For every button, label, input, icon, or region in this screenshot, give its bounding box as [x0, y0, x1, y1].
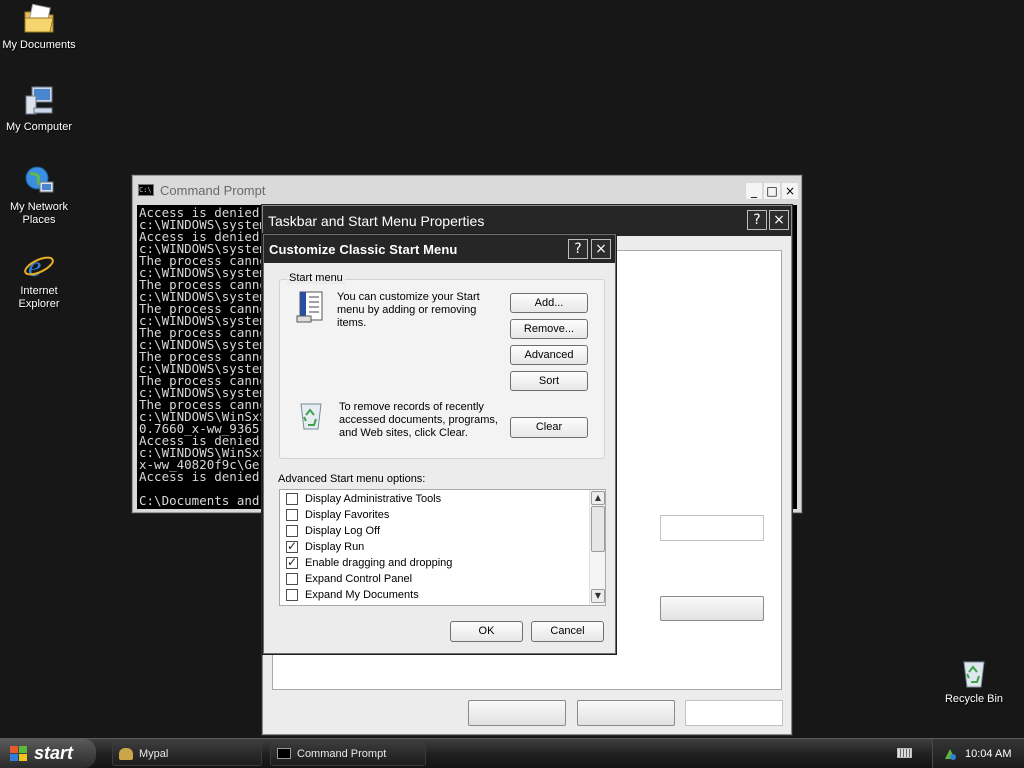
advanced-options-list[interactable]: Display Administrative Tools Display Fav…: [279, 489, 606, 606]
group-legend: Start menu: [287, 272, 345, 284]
start-menu-description: You can customize your Start menu by add…: [337, 291, 480, 329]
folder-icon: [22, 2, 56, 36]
ok-button[interactable]: OK: [450, 621, 523, 642]
taskbar-properties-titlebar[interactable]: Taskbar and Start Menu Properties: [263, 206, 791, 236]
option-display-run[interactable]: ✓ Display Run: [286, 539, 364, 555]
option-label: Expand My Documents: [305, 589, 419, 601]
desktop-icon-label: My Computer: [5, 121, 73, 133]
clear-description: To remove records of recently accessed d…: [339, 401, 498, 439]
desktop-icon-label: My Network Places: [9, 201, 69, 226]
close-button[interactable]: ×: [591, 239, 611, 259]
start-button[interactable]: start: [0, 739, 96, 768]
svg-text:e: e: [28, 250, 41, 282]
option-label: Enable dragging and dropping: [305, 557, 453, 569]
desktop-icon-my-documents[interactable]: My Documents: [0, 2, 78, 52]
hidden-button[interactable]: [660, 596, 764, 621]
option-label: Expand Control Panel: [305, 573, 413, 585]
computer-icon: [22, 84, 56, 118]
mypal-icon: [119, 747, 133, 760]
desktop-icon-label: Internet Explorer: [18, 285, 60, 310]
add-button[interactable]: Add...: [510, 293, 588, 313]
option-display-favorites[interactable]: Display Favorites: [286, 507, 389, 523]
clear-button[interactable]: Clear: [510, 417, 588, 438]
minimize-button[interactable]: _: [745, 182, 763, 200]
apply-button-hidden[interactable]: [685, 700, 783, 726]
window-title: Command Prompt: [160, 182, 266, 198]
network-status-icon[interactable]: [943, 747, 957, 761]
recycle-bin-icon: [957, 656, 991, 690]
task-button-mypal[interactable]: Mypal: [112, 741, 262, 766]
desktop-icon-label: My Documents: [2, 39, 76, 51]
window-title: Taskbar and Start Menu Properties: [268, 213, 485, 229]
option-label: Display Log Off: [305, 525, 381, 537]
cmd-icon: [277, 748, 291, 759]
customize-classic-start-menu-dialog[interactable]: Customize Classic Start Menu ? × Start m…: [263, 234, 616, 654]
option-expand-my-documents[interactable]: Expand My Documents: [286, 587, 419, 603]
ok-button-hidden[interactable]: [468, 700, 566, 726]
desktop-icon-my-network-places[interactable]: My Network Places: [0, 164, 78, 227]
taskbar: start Mypal Command Prompt 10:04 AM: [0, 738, 1024, 768]
checkbox[interactable]: [286, 493, 298, 505]
scroll-up-arrow-icon[interactable]: ▲: [591, 491, 605, 505]
network-globe-icon: [22, 164, 56, 198]
sort-button[interactable]: Sort: [510, 371, 588, 391]
checkbox[interactable]: [286, 573, 298, 585]
recycle-clear-icon: [294, 398, 328, 432]
clock[interactable]: 10:04 AM: [965, 748, 1011, 760]
checkbox[interactable]: [286, 525, 298, 537]
option-enable-dragging-and-dropping[interactable]: ✓ Enable dragging and dropping: [286, 555, 452, 571]
check-mark-icon: ✓: [287, 555, 298, 569]
system-tray: 10:04 AM: [932, 739, 1024, 768]
hidden-field[interactable]: [660, 515, 764, 541]
task-button-command-prompt[interactable]: Command Prompt: [270, 741, 426, 766]
windows-logo-icon: [10, 745, 28, 762]
maximize-button[interactable]: □: [763, 182, 781, 200]
cancel-button-hidden[interactable]: [577, 700, 675, 726]
scroll-thumb[interactable]: [591, 506, 605, 552]
advanced-button[interactable]: Advanced: [510, 345, 588, 365]
option-label: Display Administrative Tools: [305, 493, 442, 505]
option-expand-control-panel[interactable]: Expand Control Panel: [286, 571, 412, 587]
checkbox-checked[interactable]: ✓: [286, 539, 298, 553]
command-prompt-titlebar[interactable]: C:\ Command Prompt: [133, 176, 801, 204]
close-button[interactable]: ×: [781, 182, 799, 200]
desktop-icon-label: Recycle Bin: [944, 693, 1004, 705]
option-label: Display Favorites: [305, 509, 390, 521]
help-button[interactable]: ?: [747, 210, 767, 230]
task-label: Mypal: [139, 747, 169, 760]
start-menu-list-icon: [294, 290, 328, 324]
remove-button[interactable]: Remove...: [510, 319, 588, 339]
scroll-down-arrow-icon[interactable]: ▼: [591, 589, 605, 603]
customize-dialog-titlebar[interactable]: Customize Classic Start Menu: [264, 235, 615, 263]
close-button[interactable]: ×: [769, 210, 789, 230]
cmd-icon: C:\: [138, 184, 154, 196]
desktop-icon-my-computer[interactable]: My Computer: [0, 84, 78, 134]
list-scrollbar[interactable]: ▲ ▼: [589, 490, 605, 605]
keyboard-icon[interactable]: [897, 748, 912, 758]
option-label: Display Run: [305, 541, 365, 553]
help-button[interactable]: ?: [568, 239, 588, 259]
task-label: Command Prompt: [297, 747, 387, 760]
option-display-log-off[interactable]: Display Log Off: [286, 523, 380, 539]
option-display-administrative-tools[interactable]: Display Administrative Tools: [286, 491, 441, 507]
advanced-options-label: Advanced Start menu options:: [278, 473, 426, 485]
desktop-icon-internet-explorer[interactable]: e Internet Explorer: [0, 248, 78, 311]
start-label: start: [34, 743, 74, 763]
desktop-icon-recycle-bin[interactable]: Recycle Bin: [935, 656, 1013, 706]
checkbox-checked[interactable]: ✓: [286, 555, 298, 569]
check-mark-icon: ✓: [287, 539, 298, 553]
dialog-title: Customize Classic Start Menu: [269, 241, 458, 257]
checkbox[interactable]: [286, 509, 298, 521]
internet-explorer-icon: e: [22, 248, 56, 283]
checkbox[interactable]: [286, 589, 298, 601]
cancel-button[interactable]: Cancel: [531, 621, 604, 642]
